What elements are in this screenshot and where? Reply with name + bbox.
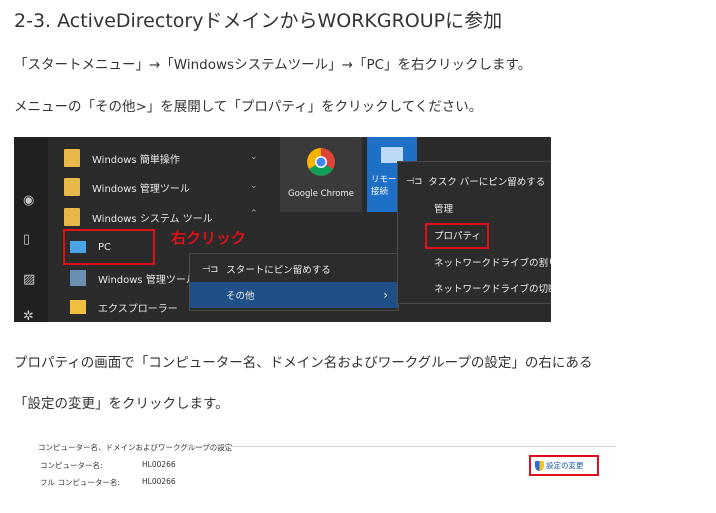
menu-item-explorer[interactable]: エクスプローラー <box>70 294 178 320</box>
folder-icon <box>64 178 80 196</box>
divider <box>186 446 616 447</box>
ctx-disconnect-network-drive[interactable]: ネットワークドライブの切断 <box>398 275 551 301</box>
ctx-pin-to-taskbar[interactable]: ⊣⊐ タスク バーにピン留めする <box>398 168 551 194</box>
folder-explorer-icon <box>70 300 86 314</box>
shield-icon <box>535 460 544 471</box>
instruction-2: メニューの「その他>」を展開して「プロパティ」をクリックしてください。 <box>14 99 483 115</box>
change-settings-link[interactable]: 設定の変更 <box>529 455 599 476</box>
context-menu-primary: ⊣⊐ スタートにピン留めする その他 › <box>189 253 399 311</box>
instruction-4: 「設定の変更」をクリックします。 <box>14 396 229 412</box>
user-icon: ◉ <box>23 193 35 208</box>
pc-highlight-box <box>63 229 155 265</box>
admin-tools-icon <box>70 270 86 286</box>
full-computer-name-value: HL00266 <box>142 477 176 486</box>
menu-item-admin-tools-2[interactable]: Windows 管理ツール <box>70 265 196 291</box>
computer-name-value: HL00266 <box>142 460 176 469</box>
ctx-manage[interactable]: 管理 <box>398 195 551 221</box>
full-computer-name-label: フル コンピューター名: <box>40 478 120 487</box>
folder-icon <box>64 208 80 226</box>
instruction-3: プロパティの画面で「コンピューター名、ドメイン名およびワークグループの設定」の右… <box>14 355 593 371</box>
settings-section-title: コンピューター名、ドメインおよびワークグループの設定 <box>38 443 233 452</box>
pictures-icon: ▨ <box>23 272 36 287</box>
tile-chrome-label: Google Chrome <box>287 189 355 199</box>
ctx-more[interactable]: その他 › <box>190 282 398 308</box>
tile-google-chrome[interactable]: Google Chrome <box>280 137 362 212</box>
chrome-icon <box>307 148 335 176</box>
folder-icon <box>64 149 80 167</box>
chevron-right-icon: › <box>383 288 388 302</box>
page-heading: 2-3. ActiveDirectoryドメインからWORKGROUPに参加 <box>14 10 503 32</box>
start-menu-rail: ◉ ▯ ▨ ✲ <box>14 137 48 322</box>
chevron-down-icon: ⌄ <box>250 181 258 191</box>
ctx-pin-to-start[interactable]: ⊣⊐ スタートにピン留めする <box>190 256 398 282</box>
document-icon: ▯ <box>23 232 31 247</box>
menu-item-admin-tools[interactable]: Windows 管理ツール <box>64 174 190 200</box>
settings-gear-icon: ✲ <box>23 309 34 322</box>
properties-highlight-box <box>425 223 489 249</box>
right-click-annotation: 右クリック <box>171 229 247 247</box>
pin-icon: ⊣⊐ <box>406 175 423 187</box>
instruction-1: 「スタートメニュー」→「Windowsシステムツール」→「PC」を右クリックしま… <box>14 57 532 73</box>
computer-settings-snippet: コンピューター名、ドメインおよびワークグループの設定 コンピューター名: HL0… <box>38 440 618 490</box>
chevron-down-icon: ⌄ <box>250 152 258 162</box>
menu-item-accessibility[interactable]: Windows 簡単操作 <box>64 145 180 171</box>
start-menu-screenshot: ◉ ▯ ▨ ✲ Windows 簡単操作 ⌄ Windows 管理ツール ⌄ W… <box>14 137 551 322</box>
ctx-map-network-drive[interactable]: ネットワークドライブの割り当て <box>398 249 551 275</box>
pin-icon: ⊣⊐ <box>202 263 219 275</box>
computer-name-label: コンピューター名: <box>40 461 103 470</box>
chevron-up-icon: ⌃ <box>250 209 258 219</box>
